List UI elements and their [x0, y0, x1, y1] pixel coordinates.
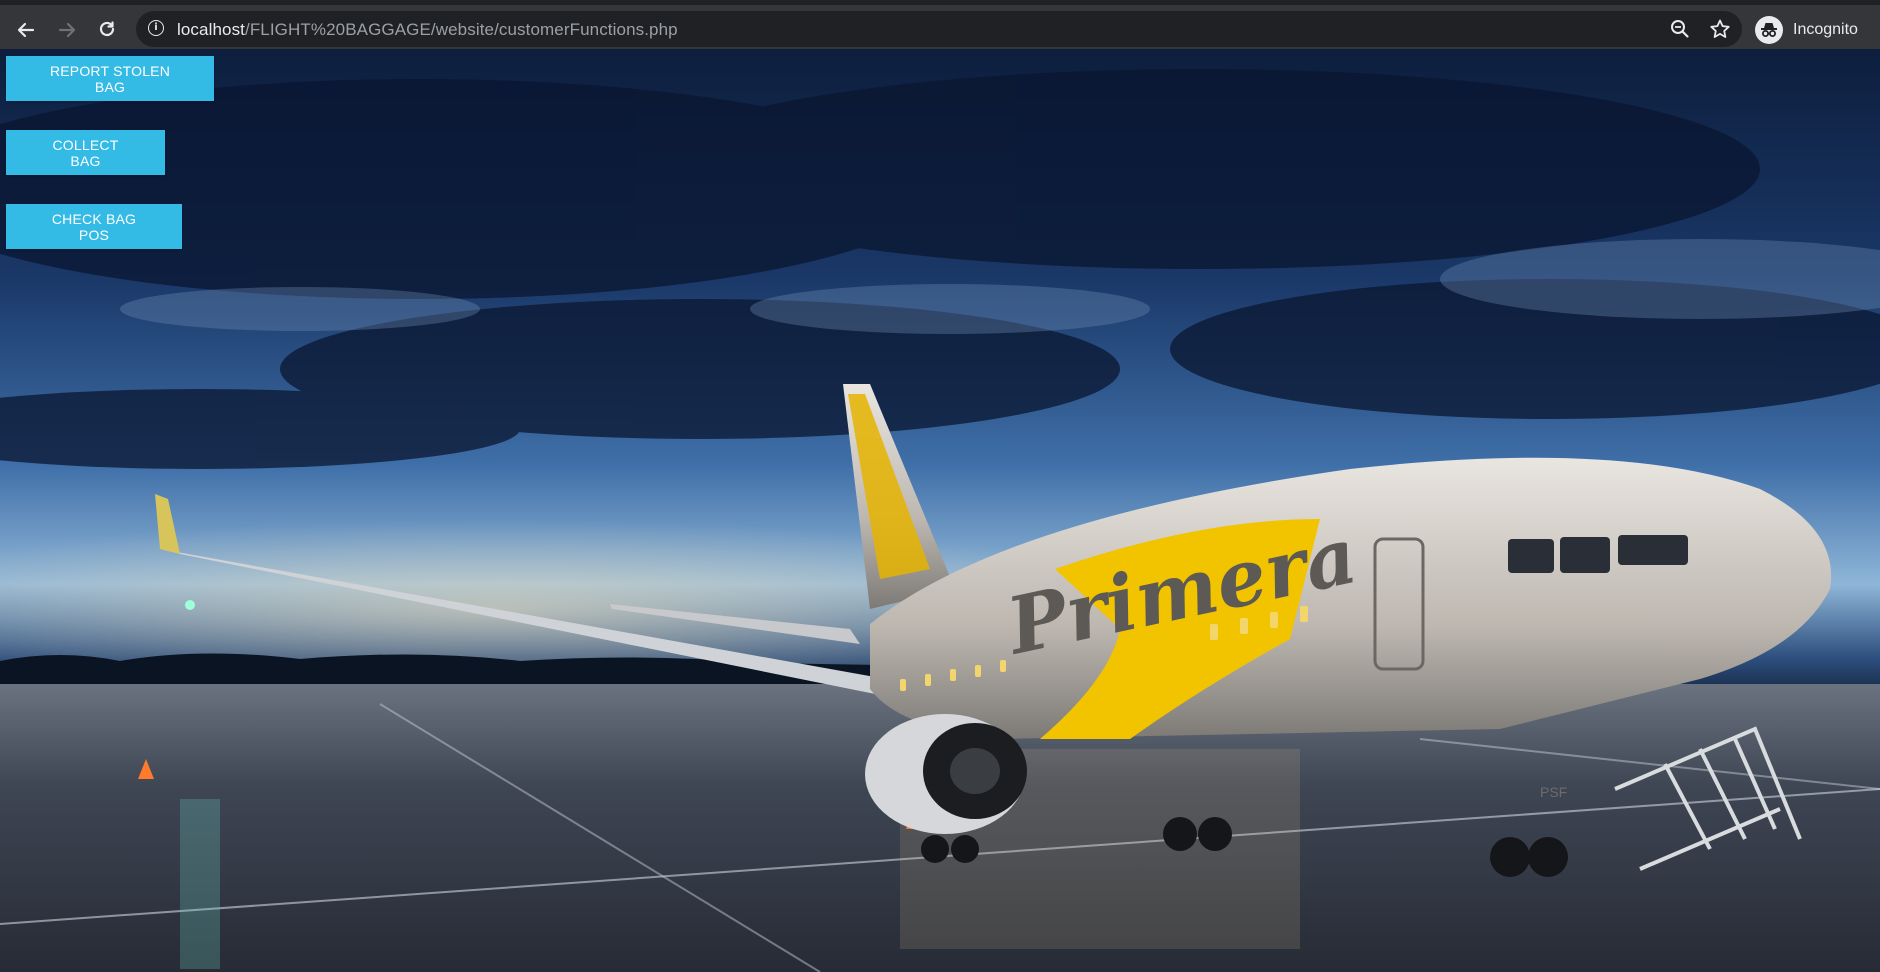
page-viewport: Primera PSF REPORT STOLEN BAG COLLECT BA…: [0, 49, 1880, 972]
incognito-label: Incognito: [1793, 21, 1858, 38]
incognito-indicator[interactable]: Incognito: [1755, 16, 1858, 44]
info-icon[interactable]: i: [148, 20, 164, 36]
svg-text:PSF: PSF: [1540, 784, 1567, 800]
incognito-icon: [1755, 16, 1783, 44]
collect-bag-button[interactable]: COLLECT BAG: [6, 130, 165, 175]
report-stolen-bag-button[interactable]: REPORT STOLEN BAG: [6, 56, 214, 101]
zoom-icon[interactable]: [1669, 18, 1691, 40]
back-arrow-icon[interactable]: [10, 14, 42, 46]
forward-arrow-icon[interactable]: [51, 14, 83, 46]
url-host: localhost: [177, 20, 245, 39]
url-text[interactable]: localhost/FLIGHT%20BAGGAGE/website/custo…: [177, 20, 678, 40]
url-path: /FLIGHT%20BAGGAGE/website/customerFuncti…: [245, 20, 678, 39]
check-bag-pos-button[interactable]: CHECK BAG POS: [6, 204, 182, 249]
star-icon[interactable]: [1709, 18, 1731, 40]
browser-toolbar: i localhost/FLIGHT%20BAGGAGE/website/cus…: [0, 0, 1880, 49]
reload-icon[interactable]: [91, 14, 123, 46]
address-bar[interactable]: i localhost/FLIGHT%20BAGGAGE/website/cus…: [136, 11, 1742, 47]
airport-background-image: Primera PSF: [0, 49, 1880, 972]
